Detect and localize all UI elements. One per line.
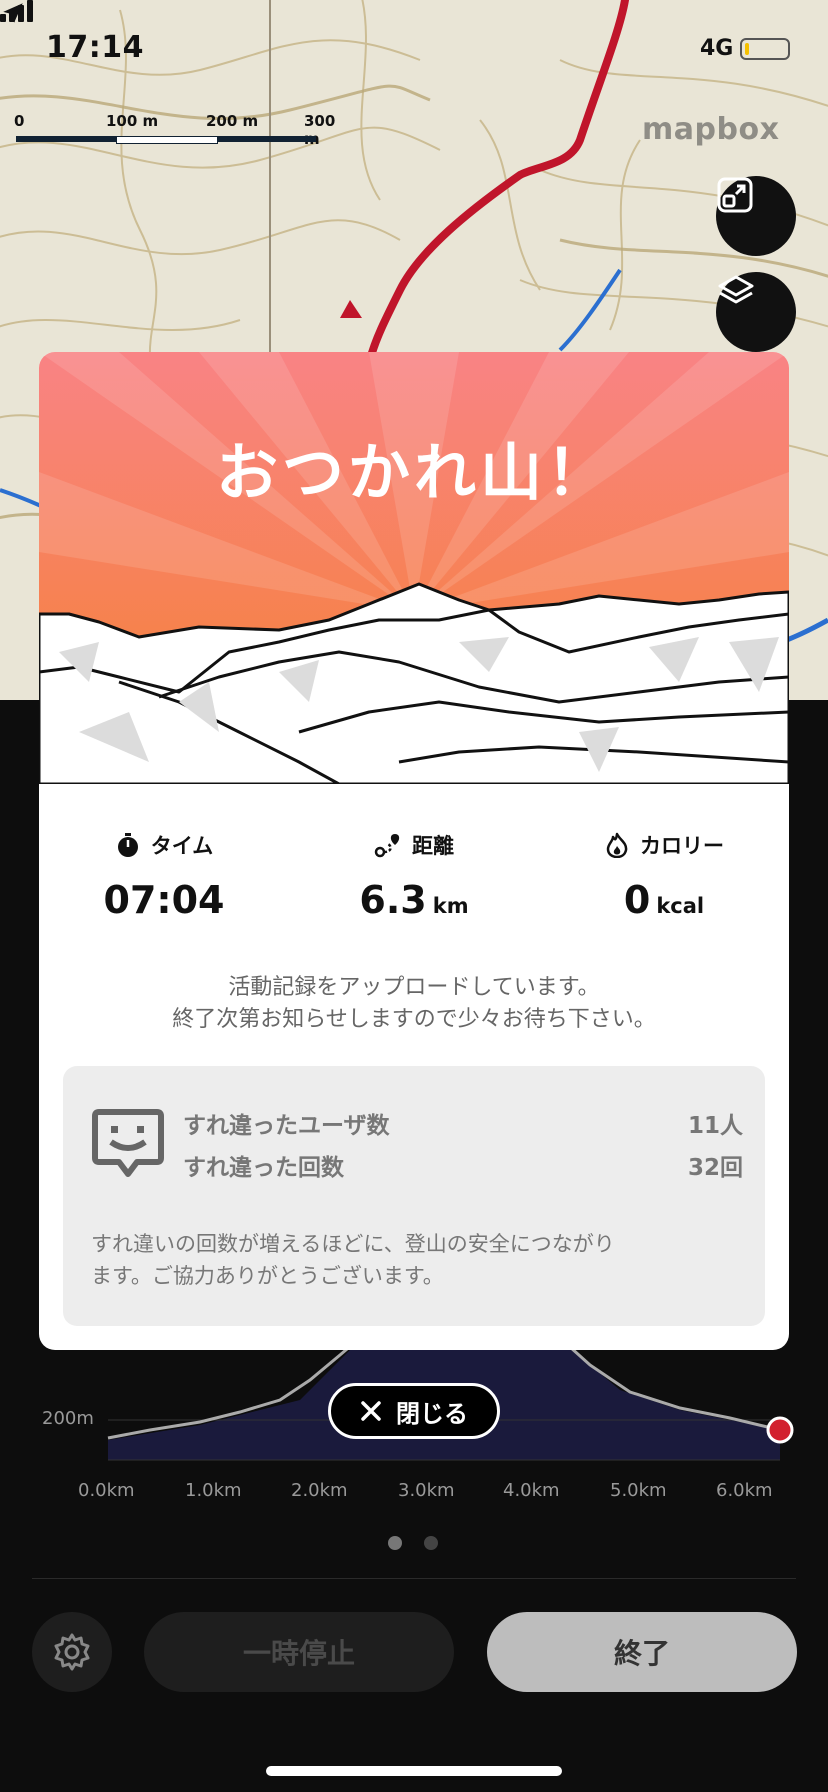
stat-calories-unit: kcal	[656, 894, 705, 918]
distance-label-1: 1.0km	[185, 1480, 242, 1501]
encounter-users-label: すれ違ったユーザ数	[183, 1113, 390, 1139]
signal-icon	[0, 0, 33, 22]
stat-calories-label: カロリー	[640, 834, 724, 858]
page-dot-1[interactable]	[388, 1536, 402, 1550]
distance-label-3: 3.0km	[398, 1480, 455, 1501]
distance-label-4: 4.0km	[503, 1480, 560, 1501]
pause-button[interactable]: 一時停止	[144, 1612, 454, 1692]
close-button[interactable]: 閉じる	[328, 1383, 500, 1439]
distance-label-5: 5.0km	[610, 1480, 667, 1501]
page-indicator[interactable]	[388, 1536, 448, 1550]
distance-label-2: 2.0km	[291, 1480, 348, 1501]
end-button[interactable]: 終了	[487, 1612, 797, 1692]
expand-icon	[717, 177, 753, 213]
settings-button[interactable]	[32, 1612, 112, 1692]
modal-title: おつかれ山！	[215, 436, 612, 509]
mapbox-attribution[interactable]: mapbox	[642, 112, 779, 147]
scale-label-300: 300 m	[304, 112, 336, 148]
stat-distance-value: 6.3	[359, 878, 427, 922]
encounter-card: すれ違ったユーザ数 11人 すれ違った回数 32回 すれ違いの回数が増えるほどに…	[63, 1066, 765, 1326]
stat-time: タイム 07:04	[39, 830, 289, 922]
status-bar: 17:14 4G	[0, 0, 828, 100]
close-button-label: 閉じる	[396, 1399, 468, 1428]
completion-modal: おつかれ山！ タイム 07:04 距離 6.3 km カロリー 0 kcal 活…	[39, 352, 789, 1350]
upload-message-line1: 活動記録をアップロードしています。	[228, 975, 600, 1000]
map-scale: 0 100 m 200 m 300 m	[14, 112, 335, 148]
encounter-note: すれ違いの回数が増えるほどに、登山の安全につながり ます。ご協力ありがとうござい…	[91, 1228, 751, 1292]
mountain-illustration	[39, 352, 789, 784]
flame-icon	[606, 832, 628, 858]
page-dot-2[interactable]	[424, 1536, 438, 1550]
upload-message: 活動記録をアップロードしています。 終了次第お知らせしますので少々お待ち下さい。	[39, 972, 789, 1036]
distance-label-6: 6.0km	[716, 1480, 773, 1501]
encounter-note-line1: すれ違いの回数が増えるほどに、登山の安全につながり	[91, 1232, 615, 1256]
distance-label-0: 0.0km	[78, 1480, 135, 1501]
gear-icon	[54, 1633, 90, 1671]
encounter-note-line2: ます。ご協力ありがとうございます。	[91, 1264, 444, 1288]
encounter-count-label: すれ違った回数	[183, 1155, 344, 1181]
activity-stats: タイム 07:04 距離 6.3 km カロリー 0 kcal	[39, 830, 789, 950]
encounter-face-icon	[92, 1109, 164, 1177]
expand-map-button[interactable]	[716, 176, 796, 256]
scale-label-200: 200 m	[206, 112, 259, 130]
stat-distance-unit: km	[432, 894, 469, 918]
battery-icon	[740, 38, 790, 60]
elevation-label-200: 200m	[42, 1408, 94, 1429]
stat-distance: 距離 6.3 km	[289, 830, 539, 922]
hero-banner: おつかれ山！	[39, 352, 789, 784]
layers-icon	[718, 275, 754, 304]
home-indicator	[266, 1766, 562, 1776]
scale-label-0: 0	[14, 112, 25, 130]
stat-time-value: 07:04	[103, 878, 225, 922]
stat-calories-value: 0	[623, 878, 651, 922]
close-icon	[361, 1401, 381, 1421]
upload-message-line2: 終了次第お知らせしますので少々お待ち下さい。	[172, 1007, 656, 1032]
network-type: 4G	[700, 36, 734, 61]
status-time: 17:14	[46, 30, 144, 65]
stopwatch-icon	[117, 833, 138, 857]
encounter-count-value: 32回	[687, 1155, 743, 1181]
route-icon	[374, 834, 400, 858]
stat-distance-label: 距離	[412, 834, 454, 858]
scale-label-100: 100 m	[106, 112, 159, 130]
encounter-count-row: すれ違った回数 32回	[183, 1148, 743, 1188]
encounter-users-row: すれ違ったユーザ数 11人	[183, 1106, 743, 1146]
stat-time-label: タイム	[150, 834, 214, 858]
scale-bar	[16, 136, 316, 144]
map-layers-button[interactable]	[716, 272, 796, 352]
encounter-users-value: 11人	[687, 1113, 743, 1139]
divider	[32, 1578, 796, 1579]
stat-calories: カロリー 0 kcal	[539, 830, 789, 922]
